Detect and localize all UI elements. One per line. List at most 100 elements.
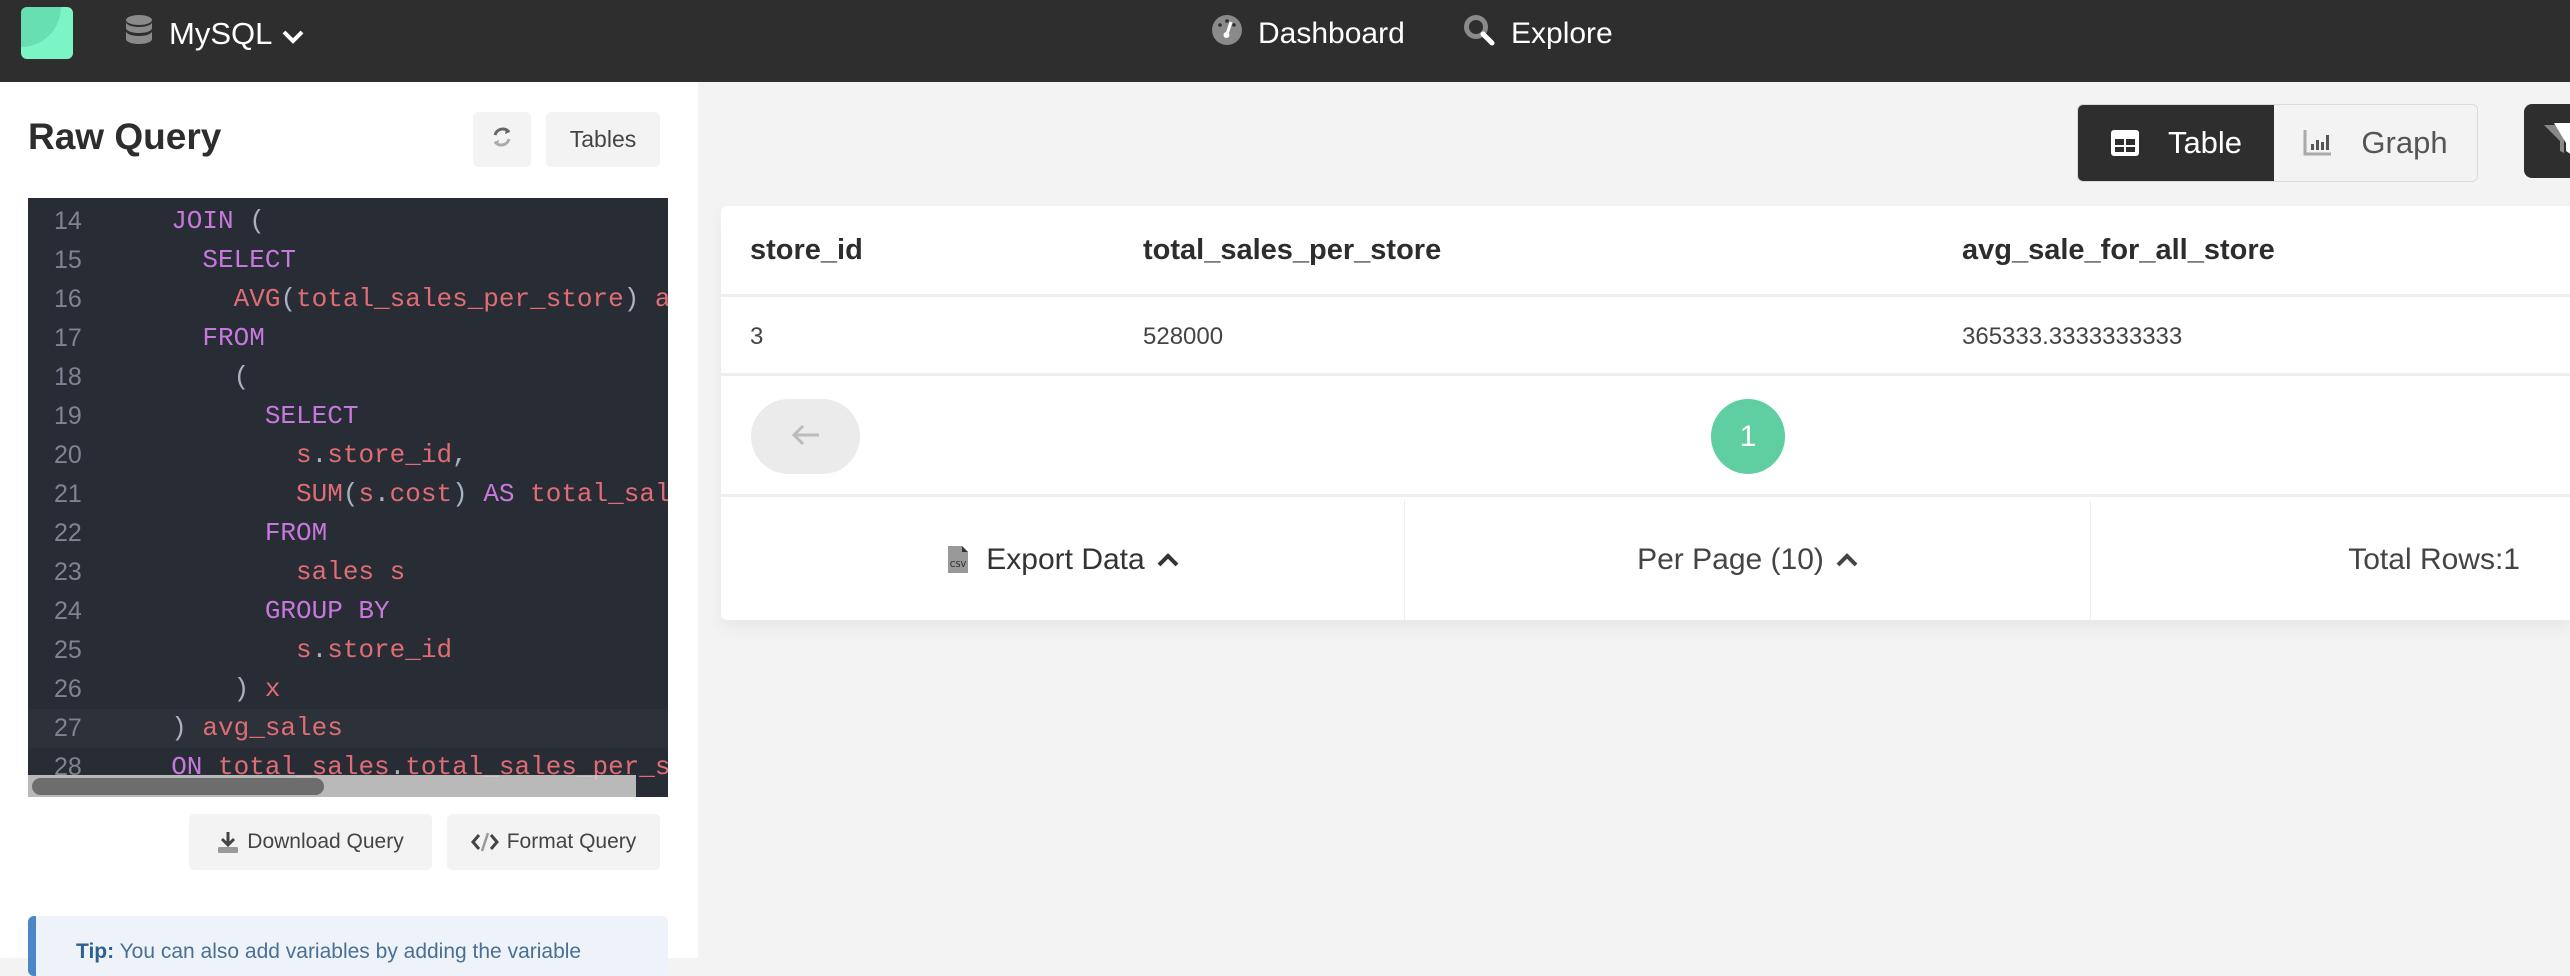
code-line[interactable]: 22 FROM <box>28 514 668 553</box>
code-token: ( <box>280 284 297 314</box>
refresh-icon <box>491 126 513 153</box>
download-icon <box>217 831 239 853</box>
column-header-avg-sale-for-all-store[interactable]: avg_sale_for_all_store <box>1962 206 2275 294</box>
arrow-left-icon <box>791 423 821 451</box>
export-data-button[interactable]: CSV Export Data <box>721 500 1405 620</box>
tab-graph[interactable]: Graph <box>2274 105 2477 181</box>
chevron-up-icon <box>1157 553 1179 567</box>
code-token: . <box>311 635 328 665</box>
refresh-button[interactable] <box>473 112 531 167</box>
line-number: 22 <box>54 519 82 547</box>
code-line[interactable]: 24 GROUP BY <box>28 592 668 631</box>
code-line[interactable]: 27 ) avg_sales <box>28 709 668 748</box>
code-line[interactable]: 19 SELECT <box>28 397 668 436</box>
code-token: ) <box>140 674 265 704</box>
code-token: ( <box>140 362 250 392</box>
total-rows: Total Rows:1 <box>2348 543 2520 576</box>
code-token: ) <box>452 479 484 509</box>
code-text: s.store_id, <box>140 436 468 475</box>
code-token: s <box>358 479 375 509</box>
code-text: FROM <box>140 319 265 358</box>
code-text: ) x <box>140 670 281 709</box>
code-token: total_sales_per_store <box>296 284 624 314</box>
results-table: store_id total_sales_per_store avg_sale_… <box>721 206 2570 620</box>
line-number: 18 <box>54 363 82 391</box>
table-cell: 528000 <box>1143 322 1224 350</box>
code-token: JOIN <box>140 206 234 236</box>
code-line[interactable]: 21 SUM(s.cost) AS total_sales_per_store <box>28 475 668 514</box>
tab-table-label: Table <box>2167 125 2243 160</box>
page-title: Raw Query <box>28 116 222 157</box>
line-number: 14 <box>54 207 82 235</box>
database-icon <box>125 15 153 53</box>
tab-table[interactable]: Table <box>2078 105 2274 181</box>
nav-dashboard[interactable]: Dashboard <box>1212 14 1405 54</box>
tables-button[interactable]: Tables <box>546 112 660 167</box>
line-number: 19 <box>54 402 82 430</box>
editor-horizontal-scrollbar[interactable] <box>28 775 636 797</box>
code-token: , <box>452 440 468 470</box>
code-token: s <box>140 440 312 470</box>
chevron-up-icon <box>1836 553 1858 567</box>
sql-code-editor[interactable]: 28 ON total_sales.total_sales_per_store2… <box>28 198 668 797</box>
filter-icon <box>2542 119 2570 163</box>
code-token: x <box>264 674 281 704</box>
code-line[interactable]: 17 FROM <box>28 319 668 358</box>
code-token: s <box>140 635 312 665</box>
tip-box: Tip: You can also add variables by addin… <box>28 916 668 976</box>
table-cell: 3 <box>750 322 764 350</box>
database-selector[interactable]: MySQL <box>125 14 304 54</box>
tab-graph-label: Graph <box>2361 125 2448 160</box>
code-token: ) <box>140 713 203 743</box>
per-page-selector[interactable]: Per Page (10) <box>1405 500 2091 620</box>
download-query-button[interactable]: Download Query <box>189 814 432 870</box>
table-cell: 365333.3333333333 <box>1962 322 2183 350</box>
app-logo[interactable] <box>21 7 73 59</box>
code-token: . <box>374 479 390 509</box>
code-line[interactable]: 14 JOIN ( <box>28 202 668 241</box>
scrollbar-thumb[interactable] <box>32 778 324 795</box>
code-line[interactable]: 16 AVG(total_sales_per_store) avg_sale_f… <box>28 280 668 319</box>
format-query-button[interactable]: Format Query <box>447 814 660 870</box>
view-toggle: Table Graph <box>2077 104 2478 182</box>
tip-label: Tip: <box>76 940 115 963</box>
pagination: 1 <box>721 379 2570 497</box>
tip-text: Tip: You can also add variables by addin… <box>76 940 581 964</box>
page-number-current[interactable]: 1 <box>1711 399 1785 474</box>
csv-file-icon: CSV <box>946 545 970 575</box>
table-footer: CSV Export Data Per Page (10) Total Rows… <box>721 500 2570 620</box>
code-token: AVG <box>140 284 281 314</box>
top-navbar: MySQL Dashboard Explore <box>0 0 2570 82</box>
code-token: GROUP BY <box>140 596 390 626</box>
code-text: SELECT <box>140 241 296 280</box>
format-query-label: Format Query <box>506 830 637 853</box>
chevron-down-icon <box>282 17 304 52</box>
code-text: ( <box>140 358 250 397</box>
dashboard-gauge-icon <box>1212 15 1242 53</box>
per-page-label: Per Page (10) <box>1637 543 1824 576</box>
svg-text:CSV: CSV <box>950 560 967 569</box>
code-text: sales s <box>140 553 405 592</box>
code-line[interactable]: 25 s.store_id <box>28 631 668 670</box>
code-line[interactable]: 26 ) x <box>28 670 668 709</box>
code-line[interactable]: 18 ( <box>28 358 668 397</box>
code-token: AS <box>483 479 531 509</box>
code-line[interactable]: 15 SELECT <box>28 241 668 280</box>
column-header-total-sales-per-store[interactable]: total_sales_per_store <box>1143 206 1441 294</box>
code-token: SELECT <box>140 401 359 431</box>
code-token: avg_sale_for_all_store <box>654 284 668 314</box>
filter-button[interactable] <box>2524 104 2570 178</box>
line-number: 17 <box>54 324 82 352</box>
code-text: AVG(total_sales_per_store) avg_sale_for_… <box>140 280 668 319</box>
line-number: 15 <box>54 246 82 274</box>
line-number: 23 <box>54 558 82 586</box>
table-header-row: store_id total_sales_per_store avg_sale_… <box>721 206 2570 297</box>
code-token: FROM <box>140 323 265 353</box>
code-line[interactable]: 23 sales s <box>28 553 668 592</box>
previous-page-button[interactable] <box>751 399 860 474</box>
column-header-store-id[interactable]: store_id <box>750 206 863 294</box>
code-line[interactable]: 20 s.store_id, <box>28 436 668 475</box>
line-number: 16 <box>54 285 82 313</box>
code-token: ( <box>233 206 265 236</box>
nav-explore[interactable]: Explore <box>1463 14 1613 54</box>
